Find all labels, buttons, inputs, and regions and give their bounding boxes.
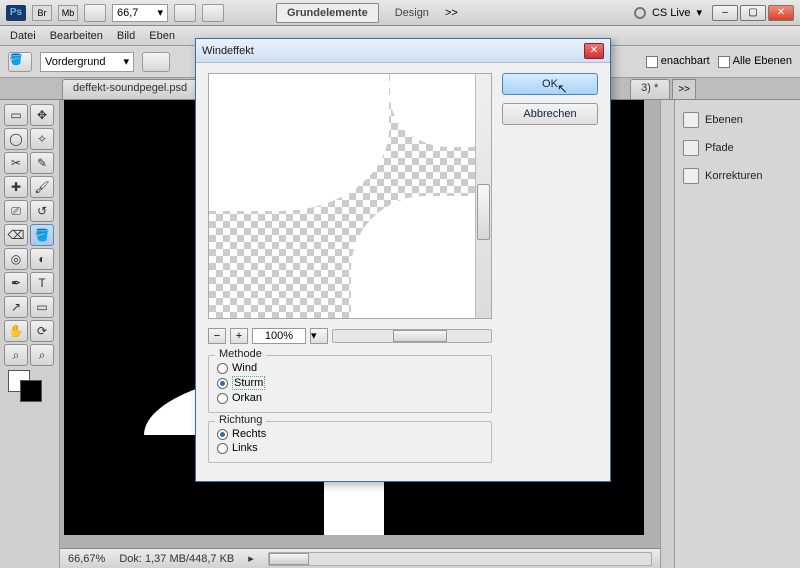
tool-hand[interactable]: ✋ xyxy=(4,320,28,342)
tool-healing[interactable]: ✚ xyxy=(4,176,28,198)
workspace-design[interactable]: Design xyxy=(385,4,439,22)
tool-stamp[interactable]: ⎚ xyxy=(4,200,28,222)
tool-path-select[interactable]: ↗ xyxy=(4,296,28,318)
workspace-grundelemente[interactable]: Grundelemente xyxy=(276,3,379,23)
status-docinfo[interactable]: Dok: 1,37 MB/448,7 KB xyxy=(119,553,234,565)
tool-rectangle-shape[interactable]: ▭ xyxy=(30,296,54,318)
tool-lasso[interactable]: ◯ xyxy=(4,128,28,150)
tool-move[interactable]: ✥ xyxy=(30,104,54,126)
preview-vertical-scrollbar[interactable] xyxy=(475,74,491,318)
tool-history-brush[interactable]: ↺ xyxy=(30,200,54,222)
tool-magic-wand[interactable]: ✧ xyxy=(30,128,54,150)
dialog-close-button[interactable]: ✕ xyxy=(584,43,604,59)
preview-zoom-value[interactable]: 100% xyxy=(252,328,306,344)
method-group: Methode Wind Sturm Orkan xyxy=(208,355,492,413)
bridge-button[interactable]: Br xyxy=(32,5,52,21)
tool-blur[interactable]: ◎ xyxy=(4,248,28,270)
document-tab-1[interactable]: deffekt-soundpegel.psd xyxy=(62,79,198,99)
cslive-button[interactable]: CS Live xyxy=(652,7,691,19)
ok-button[interactable]: OK↖ xyxy=(502,73,598,95)
radio-orkan[interactable]: Orkan xyxy=(217,392,483,404)
tool-eyedropper[interactable]: ✎ xyxy=(30,152,54,174)
window-minimize-button[interactable]: – xyxy=(712,5,738,21)
color-swatches[interactable] xyxy=(4,368,54,400)
direction-legend: Richtung xyxy=(215,414,266,426)
radio-links[interactable]: Links xyxy=(217,442,483,454)
radio-sturm[interactable]: Sturm xyxy=(217,376,483,390)
radio-wind[interactable]: Wind xyxy=(217,362,483,374)
app-bar: Ps Br Mb 66,7▾ Grundelemente Design >> C… xyxy=(0,0,800,26)
workspace-more-button[interactable]: >> xyxy=(445,7,458,19)
layers-icon xyxy=(683,112,699,128)
wind-dialog: Windeffekt ✕ − + 100% ▾ Methode Wind Stu… xyxy=(195,38,611,482)
tool-eraser[interactable]: ⌫ xyxy=(4,224,28,246)
menu-bild[interactable]: Bild xyxy=(117,30,135,42)
method-legend: Methode xyxy=(215,348,266,360)
fill-source-select[interactable]: Vordergrund▾ xyxy=(40,52,134,72)
tool-crop[interactable]: ✂ xyxy=(4,152,28,174)
tool-rotate-view[interactable]: ⟳ xyxy=(30,320,54,342)
tool-zoom[interactable]: ⌕ xyxy=(4,344,28,366)
adjustments-icon xyxy=(683,168,699,184)
pattern-picker[interactable] xyxy=(142,52,170,72)
filter-preview[interactable] xyxy=(208,73,492,319)
document-tabs-overflow[interactable]: >> xyxy=(672,79,696,99)
arrange-docs-button[interactable] xyxy=(174,4,196,22)
zoom-level-combo[interactable]: 66,7▾ xyxy=(112,4,168,22)
tool-brush[interactable]: 🖌 xyxy=(30,176,54,198)
dialog-title-text: Windeffekt xyxy=(202,45,254,57)
preview-horizontal-scrollbar[interactable] xyxy=(332,329,492,343)
tool-rect-marquee[interactable]: ▭ xyxy=(4,104,28,126)
radio-rechts[interactable]: Rechts xyxy=(217,428,483,440)
tool-pen[interactable]: ✒ xyxy=(4,272,28,294)
panel-pfade[interactable]: Pfade xyxy=(679,134,796,162)
tool-dodge[interactable]: ◐ xyxy=(30,248,54,270)
panel-ebenen[interactable]: Ebenen xyxy=(679,106,796,134)
status-bar: 66,67% Dok: 1,37 MB/448,7 KB▸ xyxy=(60,548,660,568)
window-close-button[interactable]: ✕ xyxy=(768,5,794,21)
menu-ebenen[interactable]: Eben xyxy=(149,30,175,42)
screen-mode-button[interactable] xyxy=(202,4,224,22)
menu-bearbeiten[interactable]: Bearbeiten xyxy=(50,30,103,42)
tool-extra[interactable]: ⌕ xyxy=(30,344,54,366)
tool-type[interactable]: T xyxy=(30,272,54,294)
view-extras-button[interactable] xyxy=(84,4,106,22)
minibridge-button[interactable]: Mb xyxy=(58,5,78,21)
window-maximize-button[interactable]: ▢ xyxy=(740,5,766,21)
cancel-button[interactable]: Abbrechen xyxy=(502,103,598,125)
direction-group: Richtung Rechts Links xyxy=(208,421,492,463)
preview-zoom-menu[interactable]: ▾ xyxy=(310,328,328,344)
document-tab-2[interactable]: 3) * xyxy=(630,79,670,99)
current-tool-icon[interactable]: 🪣 xyxy=(8,52,32,72)
menu-datei[interactable]: Datei xyxy=(10,30,36,42)
dialog-titlebar[interactable]: Windeffekt ✕ xyxy=(196,39,610,63)
tool-paint-bucket[interactable]: 🪣 xyxy=(30,224,54,246)
zoom-out-button[interactable]: − xyxy=(208,328,226,344)
horizontal-scrollbar[interactable] xyxy=(268,552,652,566)
cursor-icon: ↖ xyxy=(557,81,568,97)
photoshop-logo: Ps xyxy=(6,5,26,21)
panel-dock-strip[interactable] xyxy=(660,100,674,568)
panel-korrekturen[interactable]: Korrekturen xyxy=(679,162,796,190)
status-zoom[interactable]: 66,67% xyxy=(68,553,105,565)
tools-panel: ▭ ✥ ◯ ✧ ✂ ✎ ✚ 🖌 ⎚ ↺ ⌫ 🪣 ◎ ◐ ✒ T ↗ ▭ ✋ ⟳ … xyxy=(0,100,60,568)
paths-icon xyxy=(683,140,699,156)
zoom-in-button[interactable]: + xyxy=(230,328,248,344)
contiguous-checkbox[interactable]: enachbart xyxy=(646,55,710,67)
background-color[interactable] xyxy=(20,380,42,402)
all-layers-checkbox[interactable]: Alle Ebenen xyxy=(718,55,792,67)
cslive-icon xyxy=(634,7,646,19)
right-panels: Ebenen Pfade Korrekturen xyxy=(674,100,800,568)
